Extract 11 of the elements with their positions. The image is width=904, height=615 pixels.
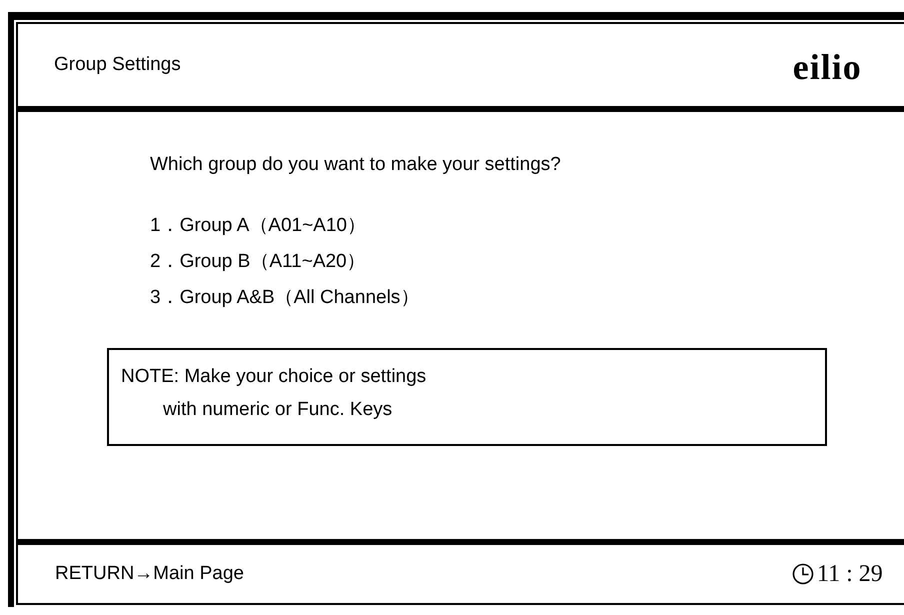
note-text: with numeric or Func. Keys [163, 399, 392, 421]
logo: eilio [792, 46, 862, 88]
return-link[interactable]: RETURN→Main Page [55, 563, 244, 585]
clock-time: 11 : 29 [817, 560, 883, 588]
menu-option[interactable]: 3．Group A&B（All Channels） [150, 284, 420, 310]
menu-option[interactable]: 2．Group B（A11~A20） [150, 248, 366, 274]
question-text: Which group do you want to make your settings? [150, 154, 562, 176]
clock-icon [792, 563, 814, 585]
menu-option[interactable]: 1．Group A（A01~A10） [150, 212, 366, 238]
page-title: Group Settings [54, 54, 181, 76]
note-text: NOTE: Make your choice or settings [121, 366, 426, 388]
